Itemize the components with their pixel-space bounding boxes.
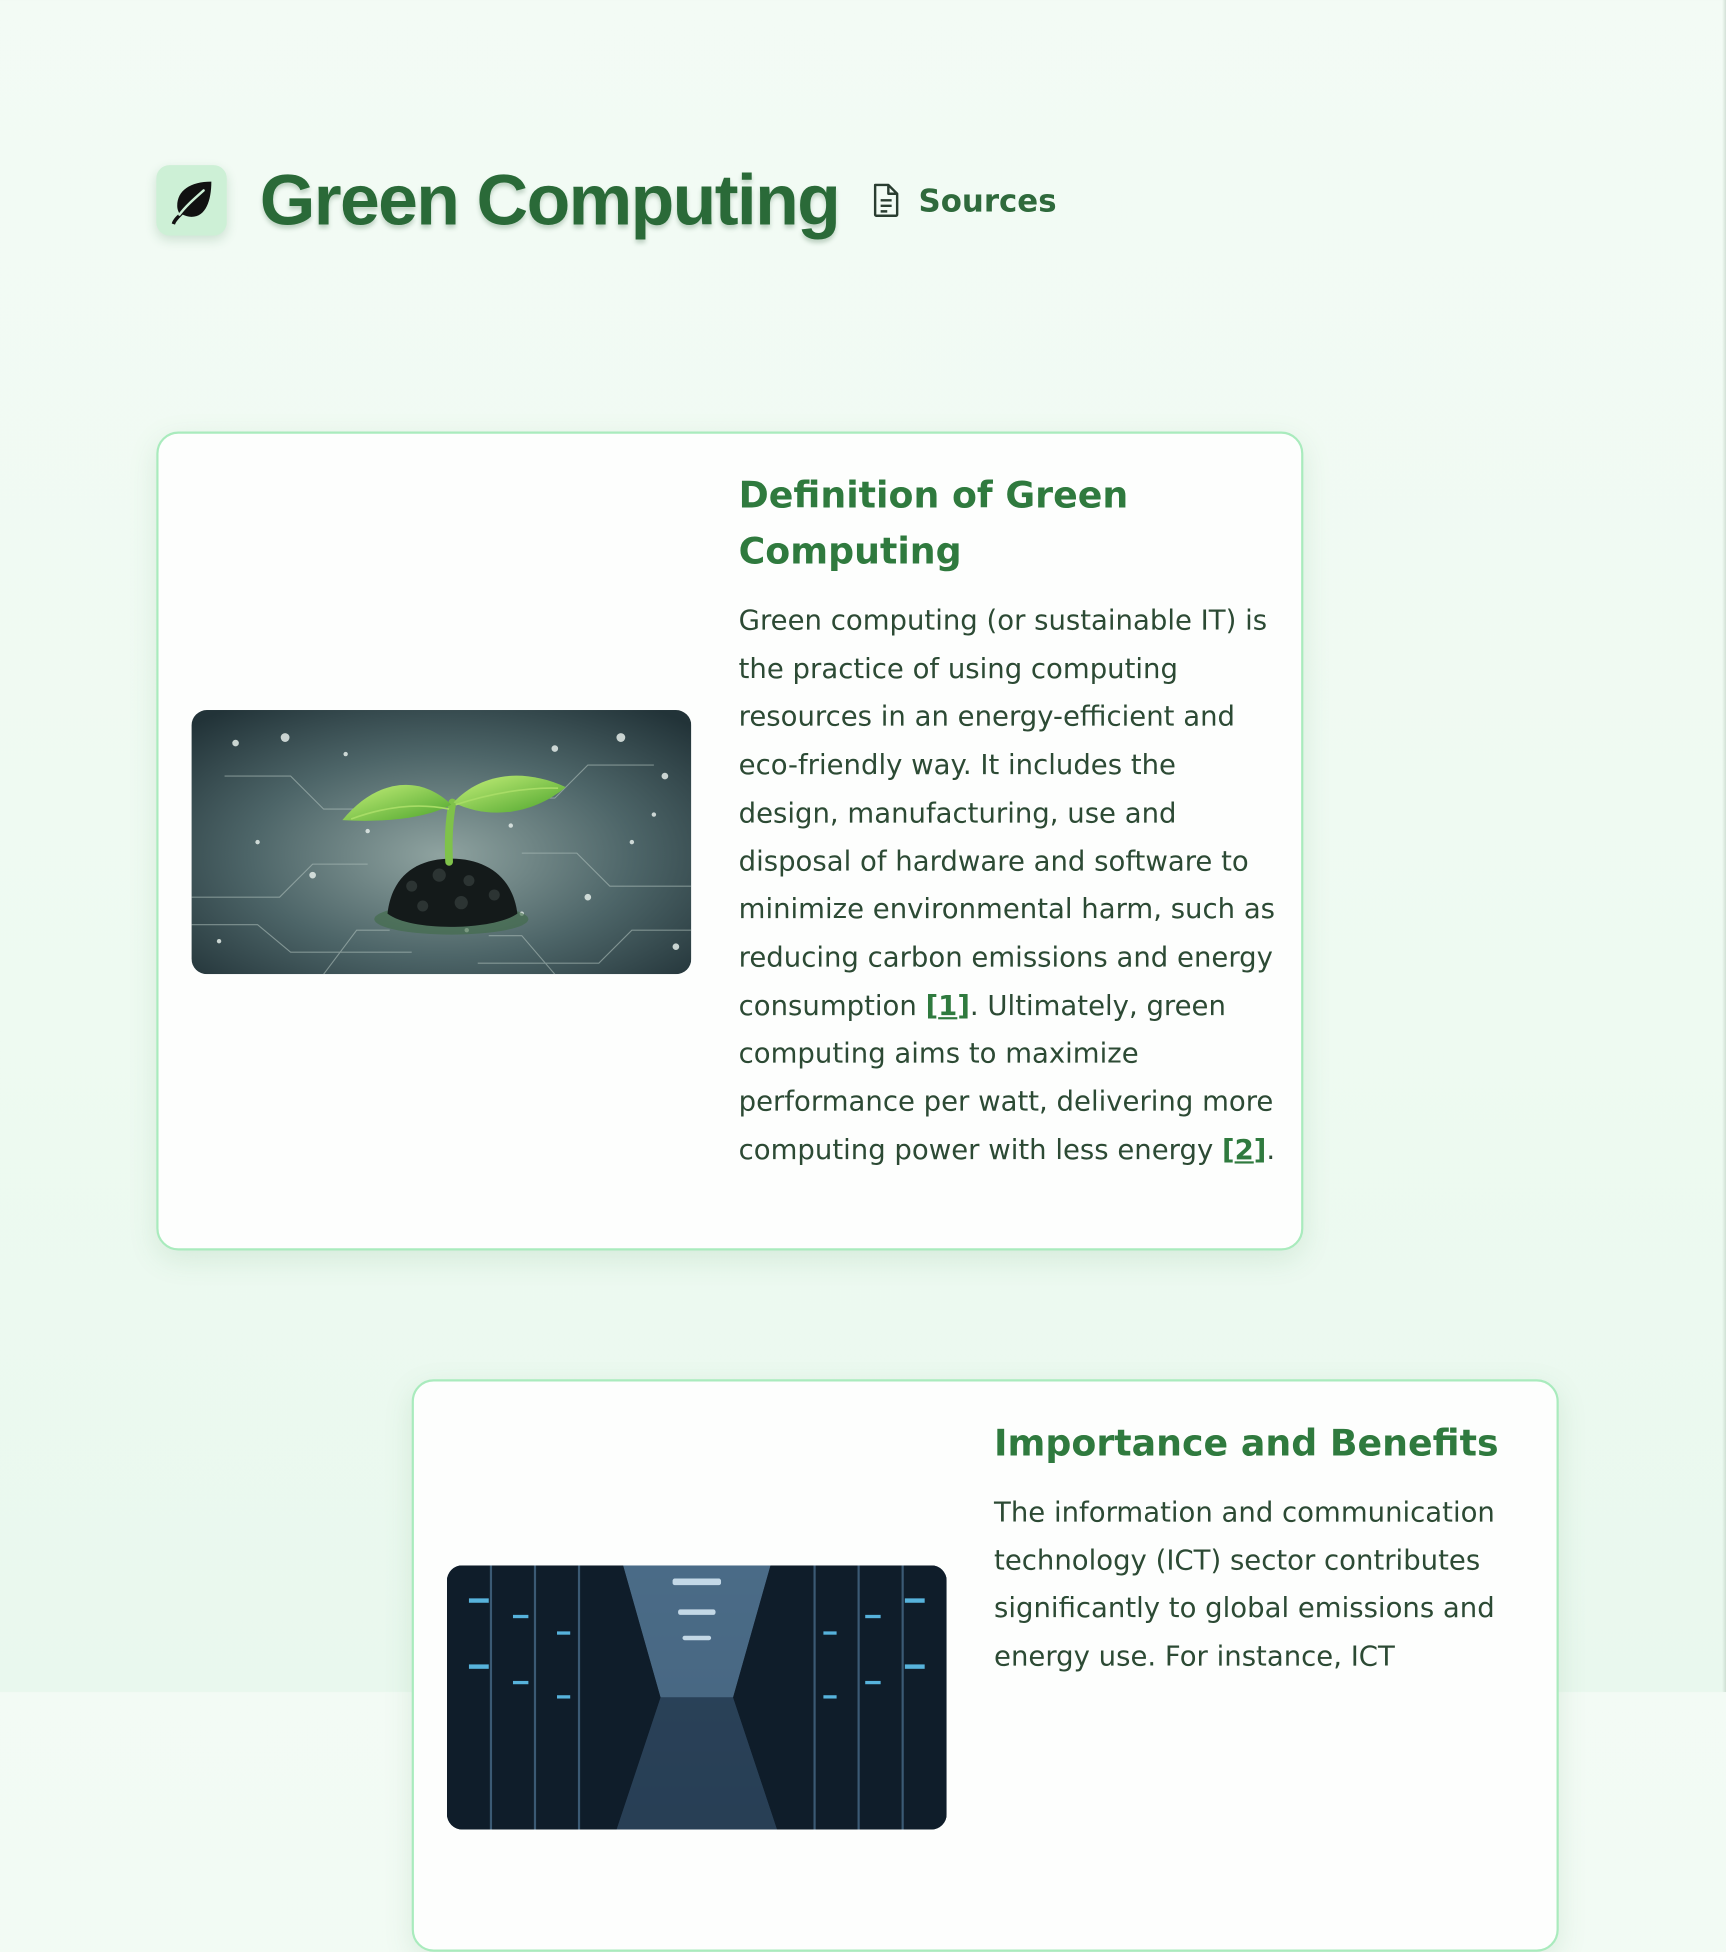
app-logo [156, 165, 227, 236]
citation-number: 2 [1234, 1133, 1254, 1166]
page-header: Green Computing Sources [156, 159, 1057, 240]
body-text: . [1266, 1133, 1276, 1166]
data-center-illustration [446, 1565, 947, 1830]
page-title: Green Computing [259, 159, 841, 240]
page-scrollbar[interactable] [1722, 0, 1726, 1692]
sources-label: Sources [918, 182, 1057, 219]
seedling-circuit-illustration [191, 710, 692, 975]
section-body: The information and communication techno… [994, 1488, 1533, 1680]
body-text: The information and communication techno… [994, 1495, 1495, 1673]
citation-link-1[interactable]: [1] [926, 989, 970, 1021]
page: Green Computing Sources Definition of Gr… [0, 0, 1726, 1952]
citation-number: 1 [938, 989, 958, 1022]
section-card-definition: Definition of Green Computing Green comp… [156, 431, 1304, 1251]
document-icon [874, 183, 899, 217]
section-title: Definition of Green Computing [738, 473, 1129, 573]
section-title: Importance and Benefits [994, 1421, 1499, 1465]
section-body: Green computing (or sustainable IT) is t… [739, 597, 1278, 1174]
section-card-importance: Importance and Benefits The information … [411, 1379, 1559, 1952]
citation-link-2[interactable]: [2] [1222, 1134, 1266, 1166]
section-content: Definition of Green Computing Green comp… [739, 467, 1278, 1174]
body-text: Green computing (or sustainable IT) is t… [738, 604, 1276, 1022]
sources-link[interactable]: Sources [872, 182, 1057, 219]
seedling-circuit-image [191, 710, 692, 975]
section-content: Importance and Benefits The information … [994, 1415, 1533, 1681]
data-center-image [446, 1565, 947, 1830]
leaf-icon [171, 181, 212, 225]
